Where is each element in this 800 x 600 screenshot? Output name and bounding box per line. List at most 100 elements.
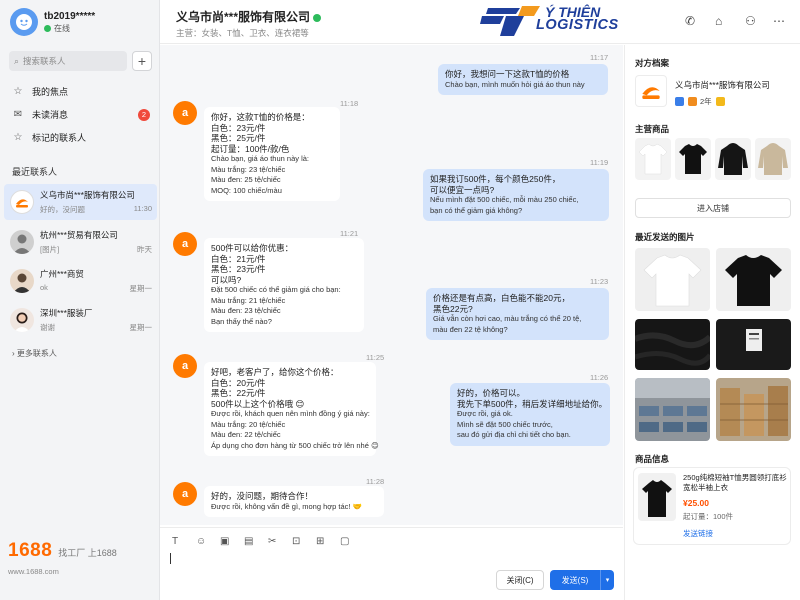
product-card[interactable]: 250g纯棉短袖T恤男圆领打底衫宽松半袖上衣 ¥25.00 起订量：100件 发… <box>633 467 791 545</box>
product-info-title: 商品信息 <box>635 454 670 464</box>
message-bubble-outgoing: 如果我订500件，每个颜色250件， 可以便宜一点吗? Nếu mình đặt … <box>423 169 609 221</box>
beige-hoodie-icon <box>758 143 788 175</box>
contact-item[interactable]: 广州***商贸 ok 星期一 <box>4 263 157 299</box>
unread-badge: 2 <box>138 108 150 121</box>
nav-focus[interactable]: ☆ 我的焦点 <box>12 85 150 98</box>
message-text-vi: Được rồi, khách quen nên mình đồng ý giá… <box>211 409 379 450</box>
nav-unread[interactable]: ✉ 未读消息 2 <box>12 108 150 121</box>
seller-avatar: a <box>173 482 197 506</box>
recent-image[interactable] <box>635 248 710 311</box>
store-icon[interactable]: ⌂ <box>715 14 722 28</box>
message-bubble-incoming: 你好，这款T恤的价格是： 白色：23元/件 黑色：25元/件 起订量：100件/… <box>204 107 340 201</box>
avatar[interactable] <box>10 8 38 36</box>
nav-marked[interactable]: ☆ 标记的联系人 <box>12 131 150 144</box>
search-input[interactable]: 搜索联系人 <box>23 55 66 67</box>
person-icon <box>13 273 31 293</box>
user-profile[interactable]: tb2019***** 在线 <box>10 8 95 36</box>
watermark-logo: Ý THIÊN LOGISTICS <box>480 2 620 38</box>
message-time: 11:26 <box>590 373 609 382</box>
enter-store-button[interactable]: 进入店铺 <box>635 198 791 218</box>
more-contacts-link[interactable]: › 更多联系人 <box>12 348 57 359</box>
message-time: 11:21 <box>340 229 359 238</box>
recent-image[interactable] <box>716 319 791 370</box>
add-user-icon[interactable]: ⚇ <box>745 14 756 28</box>
alibaba-logo-icon <box>642 87 660 99</box>
boxes-icon <box>720 386 788 436</box>
star-icon: ☆ <box>13 86 23 97</box>
close-button[interactable]: 关闭(C) <box>496 570 544 590</box>
message-bubble-incoming: 好的，没问题，期待合作！ Được rồi, không vấn đề gì, m… <box>204 486 384 517</box>
message-bubble-outgoing: 价格还是有点高，白色能不能20元， 黑色22元? Giá vẫn còn hơi … <box>426 288 609 340</box>
phone-icon[interactable]: ✆ <box>685 14 695 28</box>
brand-logo: 1688 <box>8 540 53 561</box>
main-products-title: 主营商品 <box>635 124 670 134</box>
product-thumb[interactable] <box>635 138 671 180</box>
sidebar: tb2019***** 在线 ⌕ 搜索联系人 + ☆ 我的焦点 ✉ 未读消息 2… <box>0 0 160 600</box>
alibaba-avatar <box>10 190 34 214</box>
product-thumb[interactable] <box>675 138 711 180</box>
contact-name: 广州***商贸 <box>40 269 84 279</box>
shield-icon <box>675 97 684 106</box>
chat-title: 义乌市尚***服饰有限公司 <box>176 8 322 25</box>
message-bubble-incoming: 好吧，老客户了，给你这个价格： 白色：20元/件 黑色：22元/件 500件以上… <box>204 362 379 456</box>
folder-icon[interactable]: ⊞ <box>316 536 340 547</box>
file-icon[interactable]: ▤ <box>244 536 268 547</box>
product-price: ¥25.00 <box>683 498 709 508</box>
message-text-zh: 好的，没问题，期待合作！ <box>211 491 314 501</box>
add-contact-button[interactable]: + <box>132 51 152 71</box>
avatar <box>10 269 34 293</box>
emoji-icon[interactable]: ☺ <box>196 536 220 547</box>
message-text-zh: 价格还是有点高，白色能不能20元， 黑色22元? <box>433 293 570 314</box>
contact-time: 昨天 <box>137 245 152 254</box>
avatar <box>10 308 34 332</box>
logistics-logo-icon <box>480 6 540 36</box>
message-text-vi: Nếu mình đặt 500 chiếc, mỗi màu 250 chiế… <box>430 195 579 215</box>
message-composer: T ☺ ▣ ▤ ✂ ⊡ ⊞ ▢ 关闭(C) 发送(S) ▾ <box>160 527 623 600</box>
message-input[interactable] <box>170 553 171 564</box>
user-status[interactable]: 在线 <box>44 23 95 34</box>
contact-item[interactable]: 义乌市尚***服饰有限公司 好的，没问题 11:30 <box>4 184 157 220</box>
screenshot-icon[interactable]: ⊡ <box>292 536 316 547</box>
black-tshirt-icon <box>725 255 782 306</box>
message-text-zh: 你好，这款T恤的价格是： 白色：23元/件 黑色：25元/件 起订量：100件/… <box>211 112 310 154</box>
message-text-vi: Chào bạn, mình muốn hỏi giá áo thun này <box>445 79 585 89</box>
chat-title-text: 义乌市尚***服饰有限公司 <box>176 10 311 24</box>
message-text-zh: 好的，价格可以。 我先下单500件，稍后发详细地址给你。 <box>457 388 608 409</box>
white-tshirt-icon <box>638 143 668 175</box>
contact-last-msg: [图片] <box>40 245 60 254</box>
message-text-vi: Chào bạn, giá áo thun này là: Màu trắng:… <box>211 154 309 195</box>
message-text-vi: Giá vẫn còn hơi cao, màu trắng có thể 20… <box>433 314 582 334</box>
more-icon[interactable]: ⋯ <box>773 14 785 28</box>
contact-item[interactable]: 杭州***贸易有限公司 [图片] 昨天 <box>4 224 157 260</box>
recent-image[interactable] <box>716 378 791 441</box>
text-format-icon[interactable]: T <box>172 536 196 547</box>
nav-label: 我的焦点 <box>32 87 69 97</box>
verified-icon <box>313 13 322 22</box>
chevron-down-icon[interactable]: ▾ <box>600 570 614 590</box>
product-thumb[interactable] <box>715 138 751 180</box>
message-time: 11:19 <box>590 158 609 167</box>
recent-image[interactable] <box>635 378 710 441</box>
message-list[interactable]: 11:17 你好，我想问一下这款T恤的价格 Chào bạn, mình muốn… <box>160 45 623 525</box>
profile-title: 对方档案 <box>635 58 670 68</box>
message-bubble-outgoing: 你好，我想问一下这款T恤的价格 Chào bạn, mình muốn hỏi g… <box>438 64 608 95</box>
contact-item[interactable]: 深圳***服装厂 谢谢 星期一 <box>4 302 157 338</box>
image-icon[interactable]: ▣ <box>220 536 244 547</box>
label-tag-icon <box>746 329 762 351</box>
product-thumb[interactable] <box>755 138 791 180</box>
contact-last-msg: 谢谢 <box>40 323 55 332</box>
chevron-right-icon: › <box>12 349 15 358</box>
scissors-icon[interactable]: ✂ <box>268 536 292 547</box>
calendar-icon[interactable]: ▢ <box>340 536 364 547</box>
contact-search[interactable]: ⌕ 搜索联系人 <box>9 51 127 71</box>
contact-time: 星期一 <box>129 284 153 293</box>
avatar <box>10 230 34 254</box>
send-label: 发送(S) <box>561 575 589 585</box>
recent-image[interactable] <box>635 319 710 370</box>
recent-image[interactable] <box>716 248 791 311</box>
send-button[interactable]: 发送(S) ▾ <box>550 570 614 590</box>
contact-time: 星期一 <box>129 323 153 332</box>
send-link-button[interactable]: 发送链接 <box>683 528 713 539</box>
contact-last-msg: 好的，没问题 <box>40 205 85 214</box>
message-time: 11:28 <box>366 477 385 486</box>
